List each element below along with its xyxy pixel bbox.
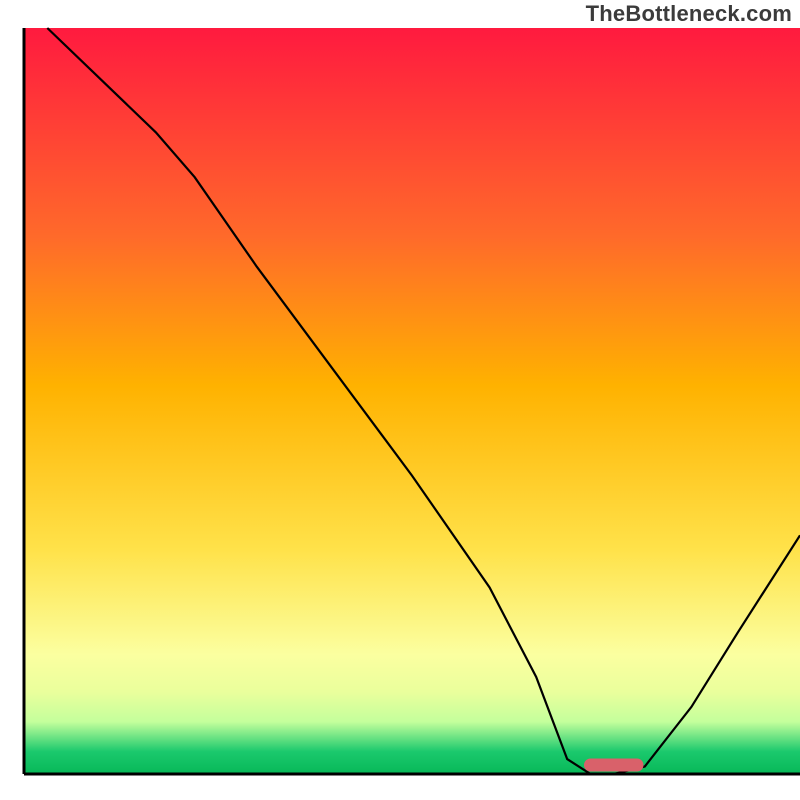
gradient-background: [24, 28, 800, 774]
bottleneck-chart: [0, 0, 800, 800]
